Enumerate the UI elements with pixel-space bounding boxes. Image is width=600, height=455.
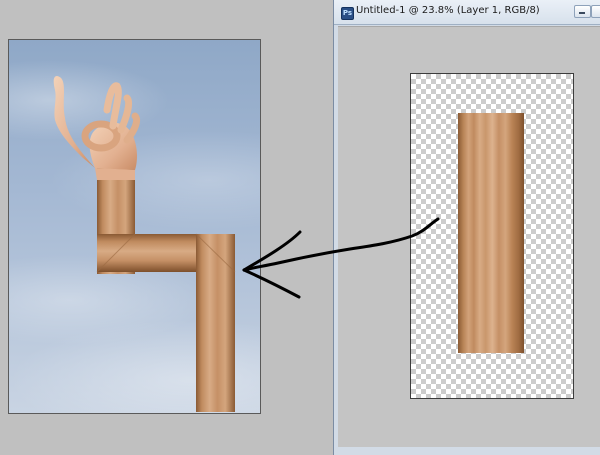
document-workspace[interactable] [338, 26, 600, 447]
arm-illustration [53, 76, 236, 412]
arm-lower-segment [196, 234, 235, 412]
document-window[interactable]: Ps Untitled-1 @ 23.8% (Layer 1, RGB/8) [333, 0, 600, 455]
document-title: Untitled-1 @ 23.8% (Layer 1, RGB/8) [356, 5, 540, 16]
minimize-button[interactable] [574, 5, 591, 18]
photoshop-document-icon: Ps [341, 7, 354, 20]
hand-ok-gesture [53, 76, 141, 180]
transparent-canvas[interactable] [410, 73, 574, 399]
wood-layer-rectangle[interactable] [458, 113, 524, 353]
maximize-button[interactable] [591, 5, 600, 18]
document-titlebar[interactable]: Ps Untitled-1 @ 23.8% (Layer 1, RGB/8) [334, 0, 600, 25]
sky-image [8, 39, 261, 414]
window-bottom-border [334, 447, 600, 455]
